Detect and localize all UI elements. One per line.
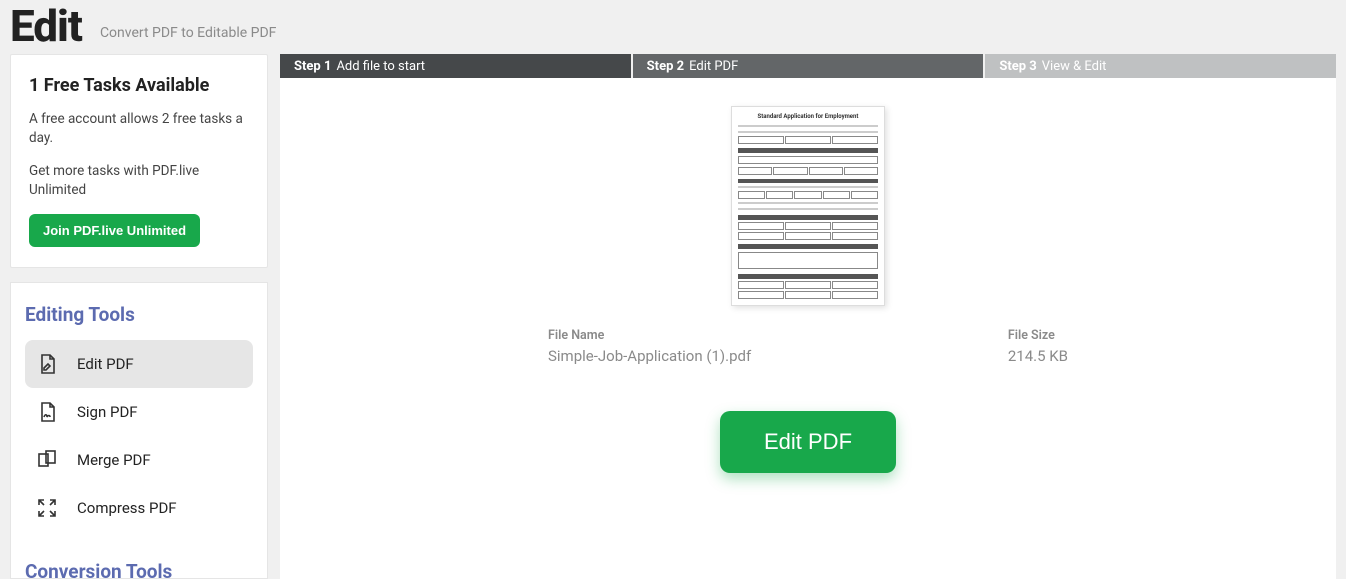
step-3[interactable]: Step 3 View & Edit: [985, 54, 1336, 78]
edit-page-icon: [35, 352, 59, 376]
step-3-bold: Step 3: [999, 59, 1036, 74]
upsell-title: 1 Free Tasks Available: [29, 75, 249, 96]
step-1-rest: Add file to start: [336, 59, 425, 74]
step-1-bold: Step 1: [294, 59, 331, 74]
sign-page-icon: [35, 400, 59, 424]
page-title: Edit: [10, 0, 82, 52]
upsell-line1: A free account allows 2 free tasks a day…: [29, 110, 249, 148]
upsell-card: 1 Free Tasks Available A free account al…: [10, 54, 268, 268]
editing-tools-heading: Editing Tools: [25, 303, 253, 326]
tool-label: Sign PDF: [77, 403, 138, 421]
file-name-label: File Name: [548, 328, 751, 343]
upsell-line2: Get more tasks with PDF.live Unlimited: [29, 162, 249, 200]
step-2-rest: Edit PDF: [689, 59, 738, 74]
tool-sign-pdf[interactable]: Sign PDF: [25, 388, 253, 436]
pdf-preview-thumbnail[interactable]: Standard Application for Employment: [731, 106, 885, 306]
tool-merge-pdf[interactable]: Merge PDF: [25, 436, 253, 484]
step-3-rest: View & Edit: [1042, 59, 1107, 74]
merge-icon: [35, 448, 59, 472]
file-size-label: File Size: [1008, 328, 1068, 343]
page-subtitle: Convert PDF to Editable PDF: [100, 25, 276, 41]
edit-pdf-button[interactable]: Edit PDF: [720, 411, 896, 473]
step-1[interactable]: Step 1 Add file to start: [280, 54, 631, 78]
file-size-value: 214.5 KB: [1008, 347, 1068, 365]
main-area: Step 1 Add file to start Step 2 Edit PDF…: [280, 54, 1336, 579]
step-tabs: Step 1 Add file to start Step 2 Edit PDF…: [280, 54, 1336, 78]
tool-label: Merge PDF: [77, 451, 151, 469]
file-area: Standard Application for Employment: [280, 78, 1336, 579]
tools-panel[interactable]: Editing Tools Edit PDF Sign P: [10, 282, 268, 579]
sidebar: 1 Free Tasks Available A free account al…: [10, 54, 268, 579]
join-unlimited-button[interactable]: Join PDF.live Unlimited: [29, 214, 200, 247]
compress-icon: [35, 496, 59, 520]
step-2[interactable]: Step 2 Edit PDF: [633, 54, 984, 78]
tool-compress-pdf[interactable]: Compress PDF: [25, 484, 253, 532]
tool-label: Edit PDF: [77, 355, 134, 373]
file-name-value: Simple-Job-Application (1).pdf: [548, 347, 751, 365]
tool-label: Compress PDF: [77, 499, 177, 517]
step-2-bold: Step 2: [647, 59, 684, 74]
tool-edit-pdf[interactable]: Edit PDF: [25, 340, 253, 388]
conversion-tools-heading: Conversion Tools: [25, 560, 253, 579]
preview-doc-title: Standard Application for Employment: [738, 113, 878, 120]
file-meta-row: File Name Simple-Job-Application (1).pdf…: [548, 328, 1068, 365]
